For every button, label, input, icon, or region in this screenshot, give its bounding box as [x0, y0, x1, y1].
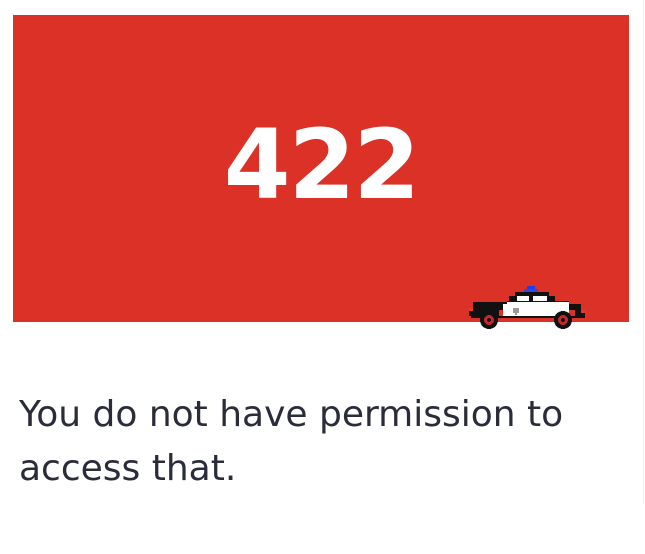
- police-car-icon: [469, 286, 585, 329]
- error-page: 422 You do not have permission to access…: [0, 0, 644, 504]
- error-code: 422: [223, 109, 420, 221]
- error-banner: 422: [13, 15, 629, 322]
- error-message: You do not have permission to access tha…: [19, 394, 564, 489]
